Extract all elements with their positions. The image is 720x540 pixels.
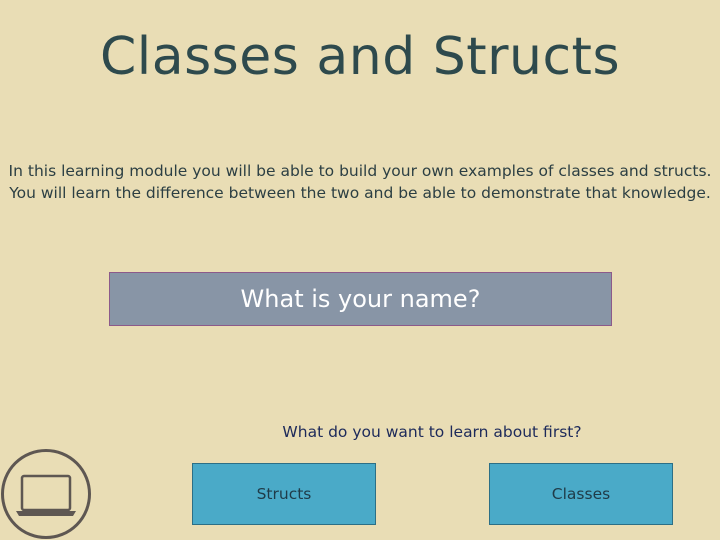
intro-line-1: In this learning module you will be able… (8, 162, 712, 180)
laptop-badge (1, 449, 91, 539)
intro-line-2: You will learn the difference between th… (9, 184, 711, 202)
learn-first-question: What do you want to learn about first? (282, 423, 582, 441)
intro-text: In this learning module you will be able… (0, 160, 720, 204)
classes-button[interactable]: Classes (489, 463, 673, 525)
page-title: Classes and Structs (99, 27, 621, 87)
laptop-icon (16, 474, 76, 516)
structs-button[interactable]: Structs (192, 463, 376, 525)
name-input[interactable] (109, 272, 612, 326)
